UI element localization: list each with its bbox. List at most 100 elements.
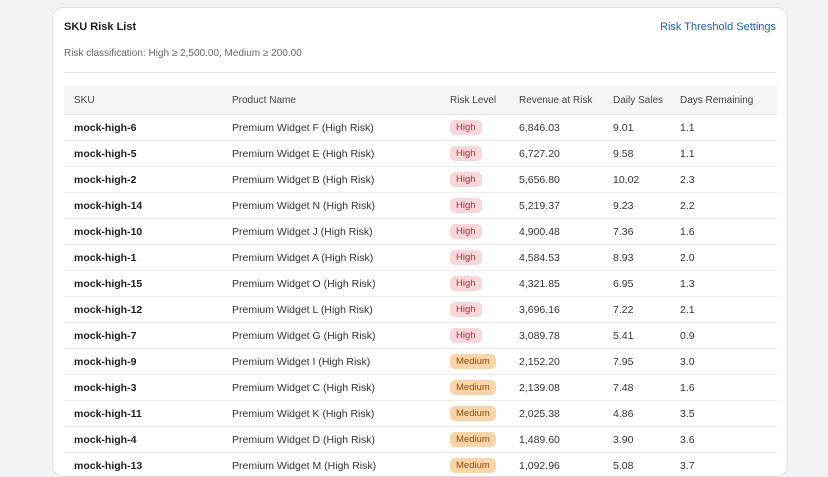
column-header-daily-sales[interactable]: Daily Sales — [603, 86, 670, 115]
product-name-cell: Premium Widget O (High Risk) — [222, 271, 440, 297]
risk-badge: Medium — [450, 354, 496, 369]
sku-risk-card: SKU Risk List Risk Threshold Settings Ri… — [52, 7, 788, 477]
days-remaining-cell: 2.0 — [670, 245, 777, 271]
risk-level-cell: Medium — [440, 427, 509, 453]
risk-badge: High — [450, 172, 482, 187]
days-remaining-cell: 1.6 — [670, 219, 777, 245]
revenue-at-risk-cell: 2,139.08 — [509, 375, 603, 401]
risk-badge: High — [450, 198, 482, 213]
risk-classification-text: Risk classification: High ≥ 2,500.00, Me… — [64, 48, 302, 59]
sku-cell: mock-high-6 — [64, 115, 222, 141]
table-row[interactable]: mock-high-12Premium Widget L (High Risk)… — [64, 297, 777, 323]
days-remaining-cell: 1.3 — [670, 271, 777, 297]
risk-badge: High — [450, 302, 482, 317]
revenue-at-risk-cell: 4,584.53 — [509, 245, 603, 271]
column-header-risk-level[interactable]: Risk Level — [440, 86, 509, 115]
risk-level-cell: Medium — [440, 375, 509, 401]
table-row[interactable]: mock-high-5Premium Widget E (High Risk)H… — [64, 141, 777, 167]
table-row[interactable]: mock-high-10Premium Widget J (High Risk)… — [64, 219, 777, 245]
table-row[interactable]: mock-high-1Premium Widget A (High Risk)H… — [64, 245, 777, 271]
revenue-at-risk-cell: 1,489.60 — [509, 427, 603, 453]
table-row[interactable]: mock-high-14Premium Widget N (High Risk)… — [64, 193, 777, 219]
days-remaining-cell: 2.2 — [670, 193, 777, 219]
table-header-row: SKU Product Name Risk Level Revenue at R… — [64, 86, 777, 115]
revenue-at-risk-cell: 5,656.80 — [509, 167, 603, 193]
sku-risk-table: SKU Product Name Risk Level Revenue at R… — [64, 86, 777, 477]
risk-level-cell: High — [440, 245, 509, 271]
daily-sales-cell: 7.22 — [603, 297, 670, 323]
product-name-cell: Premium Widget K (High Risk) — [222, 401, 440, 427]
risk-level-cell: High — [440, 167, 509, 193]
risk-level-cell: High — [440, 323, 509, 349]
card-title: SKU Risk List — [64, 21, 136, 33]
days-remaining-cell: 3.6 — [670, 427, 777, 453]
daily-sales-cell: 3.90 — [603, 427, 670, 453]
days-remaining-cell: 2.1 — [670, 297, 777, 323]
risk-level-cell: High — [440, 115, 509, 141]
risk-level-cell: High — [440, 141, 509, 167]
risk-threshold-settings-link[interactable]: Risk Threshold Settings — [660, 21, 776, 33]
risk-badge: High — [450, 250, 482, 265]
column-header-revenue-at-risk[interactable]: Revenue at Risk — [509, 86, 603, 115]
risk-level-cell: High — [440, 219, 509, 245]
table-row[interactable]: mock-high-3Premium Widget C (High Risk)M… — [64, 375, 777, 401]
daily-sales-cell: 7.48 — [603, 375, 670, 401]
daily-sales-cell: 7.95 — [603, 349, 670, 375]
daily-sales-cell: 9.58 — [603, 141, 670, 167]
table-row[interactable]: mock-high-13Premium Widget M (High Risk)… — [64, 453, 777, 477]
daily-sales-cell: 9.23 — [603, 193, 670, 219]
daily-sales-cell: 9.01 — [603, 115, 670, 141]
table-row[interactable]: mock-high-4Premium Widget D (High Risk)M… — [64, 427, 777, 453]
days-remaining-cell: 2.3 — [670, 167, 777, 193]
daily-sales-cell: 4.86 — [603, 401, 670, 427]
daily-sales-cell: 5.08 — [603, 453, 670, 477]
risk-level-cell: High — [440, 193, 509, 219]
product-name-cell: Premium Widget L (High Risk) — [222, 297, 440, 323]
daily-sales-cell: 8.93 — [603, 245, 670, 271]
sku-cell: mock-high-13 — [64, 453, 222, 477]
revenue-at-risk-cell: 6,846.03 — [509, 115, 603, 141]
sku-cell: mock-high-11 — [64, 401, 222, 427]
product-name-cell: Premium Widget F (High Risk) — [222, 115, 440, 141]
sku-cell: mock-high-2 — [64, 167, 222, 193]
sku-cell: mock-high-14 — [64, 193, 222, 219]
table-row[interactable]: mock-high-6Premium Widget F (High Risk) H… — [64, 115, 777, 141]
product-name-cell: Premium Widget B (High Risk) — [222, 167, 440, 193]
product-name-cell: Premium Widget A (High Risk) — [222, 245, 440, 271]
daily-sales-cell: 6.95 — [603, 271, 670, 297]
product-name-cell: Premium Widget G (High Risk) — [222, 323, 440, 349]
days-remaining-cell: 1.6 — [670, 375, 777, 401]
days-remaining-cell: 3.5 — [670, 401, 777, 427]
risk-badge: High — [450, 120, 482, 135]
revenue-at-risk-cell: 6,727.20 — [509, 141, 603, 167]
table-row[interactable]: mock-high-9Premium Widget I (High Risk)M… — [64, 349, 777, 375]
column-header-sku[interactable]: SKU — [64, 86, 222, 115]
revenue-at-risk-cell: 2,152.20 — [509, 349, 603, 375]
column-header-product-name[interactable]: Product Name — [222, 86, 440, 115]
table-row[interactable]: mock-high-11Premium Widget K (High Risk)… — [64, 401, 777, 427]
risk-badge: Medium — [450, 406, 496, 421]
days-remaining-cell: 3.0 — [670, 349, 777, 375]
risk-level-cell: Medium — [440, 349, 509, 375]
sku-cell: mock-high-12 — [64, 297, 222, 323]
product-name-cell: Premium Widget N (High Risk) — [222, 193, 440, 219]
risk-badge: Medium — [450, 380, 496, 395]
product-name-cell: Premium Widget J (High Risk) — [222, 219, 440, 245]
sku-cell: mock-high-7 — [64, 323, 222, 349]
sku-cell: mock-high-10 — [64, 219, 222, 245]
days-remaining-cell: 1.1 — [670, 141, 777, 167]
risk-badge: High — [450, 146, 482, 161]
revenue-at-risk-cell: 2,025.38 — [509, 401, 603, 427]
risk-badge: Medium — [450, 432, 496, 447]
risk-badge: High — [450, 328, 482, 343]
sku-cell: mock-high-15 — [64, 271, 222, 297]
risk-level-cell: Medium — [440, 453, 509, 477]
product-name-cell: Premium Widget C (High Risk) — [222, 375, 440, 401]
column-header-days-remaining[interactable]: Days Remaining — [670, 86, 777, 115]
revenue-at-risk-cell: 3,089.78 — [509, 323, 603, 349]
table-row[interactable]: mock-high-7Premium Widget G (High Risk) H… — [64, 323, 777, 349]
sku-cell: mock-high-5 — [64, 141, 222, 167]
table-row[interactable]: mock-high-2Premium Widget B (High Risk) H… — [64, 167, 777, 193]
sku-cell: mock-high-4 — [64, 427, 222, 453]
table-row[interactable]: mock-high-15Premium Widget O (High Risk)… — [64, 271, 777, 297]
